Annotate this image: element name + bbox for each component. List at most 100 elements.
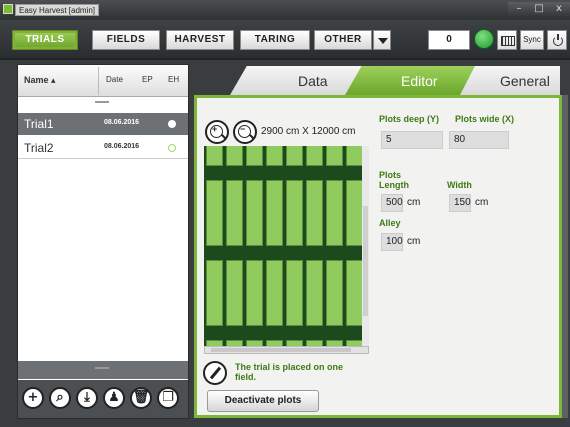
- menu-taring-button[interactable]: TARING: [240, 30, 310, 50]
- plots-wide-field[interactable]: 80: [449, 131, 509, 149]
- plot-cell[interactable]: [346, 260, 363, 326]
- plot-cell[interactable]: [306, 260, 323, 326]
- field-dimensions: 2900 cm X 12000 cm: [261, 126, 356, 137]
- add-icon[interactable]: +: [22, 387, 44, 409]
- scrollbar-thumb[interactable]: [363, 206, 368, 316]
- plots-length-unit: cm: [407, 197, 421, 208]
- plot-cell[interactable]: [326, 180, 343, 246]
- copy-icon[interactable]: ❐: [157, 387, 179, 409]
- editor-panel: + − 2900 cm X 12000 cm Plots deep (Y) 5 …: [194, 95, 562, 418]
- menu-other-button[interactable]: OTHER: [314, 30, 372, 50]
- plot-cell[interactable]: [306, 180, 323, 246]
- plots-length-label: Plots Length: [379, 170, 409, 190]
- plot-cell[interactable]: [266, 146, 283, 166]
- plot-cell[interactable]: [206, 146, 223, 166]
- title-bar: Easy Harvest [admin] – □ x: [0, 0, 570, 20]
- alley-field[interactable]: 100: [381, 233, 403, 251]
- scroll-up-button[interactable]: [18, 98, 188, 112]
- alley-unit: cm: [407, 236, 421, 247]
- plot-cell[interactable]: [226, 260, 243, 326]
- plots-deep-field[interactable]: 5: [381, 131, 443, 149]
- trial-date: 08.06.2016: [104, 143, 140, 150]
- plot-cell[interactable]: [326, 146, 343, 166]
- column-ep-header[interactable]: EP: [142, 75, 153, 84]
- edit-pencil-icon[interactable]: [203, 361, 227, 385]
- zoom-in-sign: +: [212, 124, 218, 134]
- tab-general[interactable]: General: [460, 66, 560, 95]
- scrollbar-thumb[interactable]: [211, 348, 351, 352]
- trial-row[interactable]: Trial2 08.06.2016: [18, 137, 188, 159]
- right-edge-strip: [562, 95, 568, 418]
- column-date-header[interactable]: Date: [106, 75, 123, 84]
- scroll-down-button[interactable]: [18, 361, 188, 379]
- plot-cell[interactable]: [286, 260, 303, 326]
- menu-dropdown-button[interactable]: [373, 30, 391, 50]
- plot-cell[interactable]: [346, 146, 363, 166]
- deactivate-plots-button[interactable]: Deactivate plots: [207, 390, 319, 412]
- chevron-up-icon: [92, 101, 114, 106]
- close-button[interactable]: x: [548, 2, 570, 16]
- plot-cell[interactable]: [226, 180, 243, 246]
- plot-cell[interactable]: [286, 146, 303, 166]
- placement-message: The trial is placed on one field.: [235, 362, 344, 382]
- map-vertical-scrollbar[interactable]: [362, 146, 369, 346]
- menu-harvest-button[interactable]: HARVEST: [166, 30, 234, 50]
- column-eh-header[interactable]: EH: [168, 75, 179, 84]
- zoom-out-sign: −: [240, 124, 246, 134]
- delete-icon[interactable]: 🗑: [130, 387, 152, 409]
- plot-cell[interactable]: [206, 260, 223, 326]
- alley-label: Alley: [379, 218, 401, 228]
- plot-cell[interactable]: [246, 146, 263, 166]
- tab-general-label: General: [500, 73, 550, 89]
- maximize-button[interactable]: □: [528, 2, 550, 16]
- tab-editor-label: Editor: [401, 73, 438, 89]
- field-map[interactable]: [204, 146, 369, 346]
- width-field[interactable]: 150: [449, 194, 471, 212]
- trial-toolbar: + ⌕ ⤓ ♟ 🗑 ❐: [18, 380, 188, 418]
- window-title: Easy Harvest [admin]: [15, 4, 100, 16]
- width-label: Width: [447, 180, 472, 190]
- trial-name: Trial2: [24, 141, 54, 155]
- plot-cell[interactable]: [246, 180, 263, 246]
- trial-date: 08.06.2016: [104, 119, 140, 126]
- column-name-header[interactable]: Name ▴: [24, 75, 56, 86]
- plot-cell[interactable]: [226, 146, 243, 166]
- keyboard-icon[interactable]: [497, 30, 517, 50]
- user-icon[interactable]: ♟: [103, 387, 125, 409]
- app-window: Easy Harvest [admin] – □ x TRIALS FIELDS…: [0, 0, 570, 427]
- map-horizontal-scrollbar[interactable]: [204, 346, 369, 354]
- plot-cell[interactable]: [206, 180, 223, 246]
- menu-fields-button[interactable]: FIELDS: [92, 30, 160, 50]
- search-icon[interactable]: ⌕: [49, 387, 71, 409]
- editor-content: + − 2900 cm X 12000 cm Plots deep (Y) 5 …: [197, 98, 559, 415]
- column-divider: [98, 67, 99, 95]
- main-menu-bar: TRIALS FIELDS HARVEST TARING OTHER 0 Syn…: [0, 20, 570, 60]
- plot-cell[interactable]: [266, 180, 283, 246]
- plot-cell[interactable]: [306, 146, 323, 166]
- trial-name: Trial1: [24, 117, 54, 131]
- app-icon: [3, 4, 13, 14]
- plot-cell[interactable]: [326, 260, 343, 326]
- connection-status-icon: [474, 29, 494, 49]
- plots-deep-label: Plots deep (Y): [379, 114, 440, 124]
- plot-cell[interactable]: [246, 260, 263, 326]
- plots-length-field[interactable]: 500: [381, 194, 403, 212]
- menu-trials-button[interactable]: TRIALS: [12, 30, 78, 50]
- sync-button[interactable]: Sync: [520, 30, 544, 50]
- power-icon[interactable]: [547, 30, 567, 50]
- zoom-in-button[interactable]: +: [205, 120, 229, 144]
- plot-cell[interactable]: [266, 260, 283, 326]
- chevron-down-icon: [92, 367, 114, 372]
- trial-list-header: Name ▴ Date EP EH: [18, 65, 188, 97]
- trial-status-dot: [168, 144, 176, 152]
- counter-display: 0: [428, 30, 470, 50]
- plot-cell[interactable]: [286, 180, 303, 246]
- trial-list-panel: Name ▴ Date EP EH Trial1 08.06.2016 Tria…: [17, 64, 189, 419]
- download-icon[interactable]: ⤓: [76, 387, 98, 409]
- minimize-button[interactable]: –: [508, 2, 530, 16]
- tab-data-label: Data: [298, 73, 328, 89]
- plots-wide-label: Plots wide (X): [455, 114, 515, 124]
- zoom-out-button[interactable]: −: [233, 120, 257, 144]
- trial-row-selected[interactable]: Trial1 08.06.2016: [18, 113, 188, 135]
- plot-cell[interactable]: [346, 180, 363, 246]
